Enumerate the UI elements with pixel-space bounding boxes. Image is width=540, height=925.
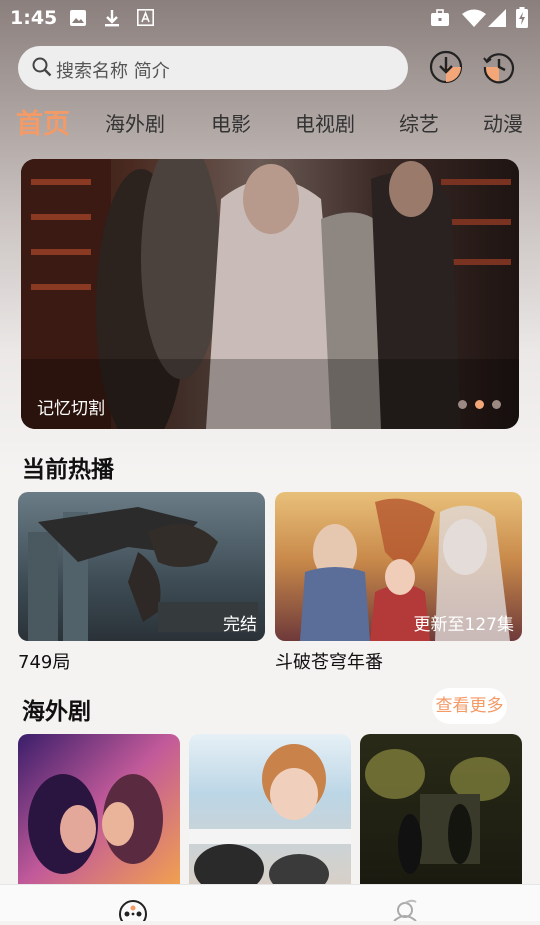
tab-tv-series[interactable]: 电视剧	[295, 108, 355, 137]
card-now-playing[interactable]: 完结	[18, 492, 265, 641]
signal-icon	[488, 9, 506, 31]
category-tabs: 首页 海外剧 电影 电视剧 综艺 动漫	[0, 102, 540, 142]
image-icon	[69, 9, 87, 31]
briefcase-icon	[430, 9, 450, 31]
hero-banner[interactable]: 记忆切割	[21, 159, 519, 429]
status-bar: 1:45	[0, 0, 540, 36]
search-icon	[32, 57, 52, 81]
tab-movies[interactable]: 电影	[211, 108, 251, 137]
bottom-navigation	[0, 884, 540, 925]
tab-anime[interactable]: 动漫	[483, 108, 523, 137]
card-overseas[interactable]	[189, 734, 351, 884]
card-title[interactable]: 749局	[18, 648, 70, 674]
tab-home[interactable]: 首页	[16, 102, 70, 141]
card-overseas[interactable]	[18, 734, 180, 884]
banner-caption: 记忆切割	[37, 399, 105, 419]
section-title-now-playing: 当前热播	[22, 457, 114, 483]
status-badge: 完结	[223, 615, 257, 635]
card-thumbnail	[189, 744, 351, 884]
status-badge: 更新至127集	[413, 615, 514, 635]
history-icon[interactable]	[482, 50, 516, 84]
see-more-button[interactable]: 查看更多	[432, 688, 507, 724]
search-placeholder: 搜索名称 简介	[56, 61, 170, 82]
download-icon[interactable]	[429, 50, 463, 84]
pagination-dot[interactable]	[458, 400, 467, 409]
status-time: 1:45	[10, 7, 58, 29]
card-thumbnail	[365, 749, 510, 874]
wifi-icon	[462, 9, 486, 31]
banner-image	[21, 159, 519, 429]
card-thumbnail	[28, 774, 163, 874]
search-bar[interactable]: 搜索名称 简介	[18, 46, 408, 90]
pagination-dot-active[interactable]	[475, 400, 484, 409]
card-overseas[interactable]	[360, 734, 522, 884]
text-icon	[137, 9, 154, 30]
battery-icon	[516, 7, 528, 32]
home-icon[interactable]	[118, 899, 148, 925]
banner-pagination	[450, 394, 501, 413]
tab-overseas[interactable]: 海外剧	[105, 108, 165, 137]
card-now-playing[interactable]: 更新至127集	[275, 492, 522, 641]
tab-variety[interactable]: 综艺	[399, 108, 439, 137]
download-icon	[103, 9, 121, 31]
card-title[interactable]: 斗破苍穹年番	[275, 648, 383, 674]
section-title-overseas: 海外剧	[22, 699, 91, 725]
user-icon[interactable]	[392, 899, 418, 925]
pagination-dot[interactable]	[492, 400, 501, 409]
